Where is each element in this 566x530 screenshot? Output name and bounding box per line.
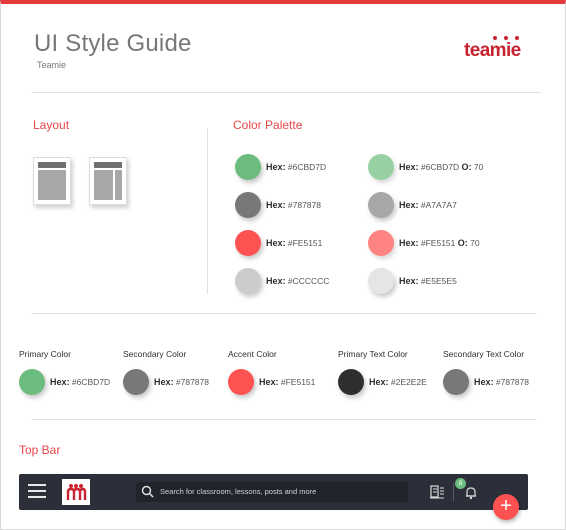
section-vertical-divider (207, 128, 208, 294)
role-label: Accent Color (228, 349, 277, 359)
hex-label: Hex: #6CBD7D (266, 162, 327, 172)
page-subtitle: Teamie (37, 60, 67, 70)
hex-label: Hex: #6CBD7D (50, 377, 111, 387)
hex-label: Hex: #FE5151 O: 70 (399, 238, 480, 248)
hex-label: Hex: #2E2E2E (369, 377, 427, 387)
palette-swatch-row: Hex: #787878 (235, 192, 321, 218)
notification-badge: 8 (455, 478, 466, 489)
color-swatch (235, 268, 261, 294)
layout-header-block (38, 162, 66, 168)
hex-label: Hex: #CCCCCC (266, 276, 330, 286)
role-label: Secondary Color (123, 349, 187, 359)
hex-label: Hex: #787878 (154, 377, 209, 387)
hex-label: Hex: #E5E5E5 (399, 276, 457, 286)
hex-label: Hex: #FE5151 (259, 377, 316, 387)
hex-label: Hex: #FE5151 (266, 238, 323, 248)
palette-swatch-row: Hex: #FE5151 (235, 230, 322, 256)
hex-label: Hex: #A7A7A7 (399, 200, 457, 210)
palette-divider (31, 313, 537, 314)
page-title: UI Style Guide (34, 30, 192, 57)
color-swatch (368, 268, 394, 294)
role-label: Primary Color (19, 349, 71, 359)
role-swatch-row: Hex: #FE5151 (228, 369, 315, 395)
color-swatch (123, 369, 149, 395)
layout-main-block (94, 170, 113, 200)
color-swatch (228, 369, 254, 395)
hex-label: Hex: #787878 (474, 377, 529, 387)
palette-swatch-row: Hex: #FE5151 O: 70 (368, 230, 480, 256)
role-label: Secondary Text Color (443, 349, 525, 359)
palette-swatch-row: Hex: #6CBD7D (235, 154, 326, 180)
color-swatch (443, 369, 469, 395)
layout-two-column-thumbnail[interactable] (89, 157, 127, 205)
color-swatch (368, 230, 394, 256)
color-swatch (19, 369, 45, 395)
header-divider (31, 92, 541, 93)
color-swatch (235, 154, 261, 180)
teamie-logo: teamie (464, 36, 540, 62)
bell-icon[interactable] (464, 485, 478, 500)
search-placeholder: Search for classroom, lessons, posts and… (160, 487, 317, 496)
hex-label: Hex: #6CBD7D O: 70 (399, 162, 484, 172)
palette-swatch-row: Hex: #6CBD7D O: 70 (368, 154, 483, 180)
palette-section-title: Color Palette (233, 118, 303, 132)
palette-swatch-row: Hex: #A7A7A7 (368, 192, 457, 218)
color-swatch (338, 369, 364, 395)
color-swatch (235, 192, 261, 218)
top-bar: Search for classroom, lessons, posts and… (19, 474, 528, 510)
search-input[interactable]: Search for classroom, lessons, posts and… (136, 482, 408, 502)
teamie-brand-glyph (66, 484, 87, 500)
role-swatch-row: Hex: #6CBD7D (19, 369, 110, 395)
plus-icon: + (500, 495, 512, 517)
topbar-divider (453, 483, 454, 501)
hamburger-menu-icon[interactable] (28, 484, 46, 498)
palette-swatch-row: Hex: #E5E5E5 (368, 268, 457, 294)
style-guide-page: UI Style Guide Teamie teamie Layout Colo… (0, 0, 566, 530)
layout-sidebar-block (115, 170, 122, 200)
color-swatch (368, 154, 394, 180)
color-swatch (235, 230, 261, 256)
role-label: Primary Text Color (338, 349, 408, 359)
role-swatch-row: Hex: #2E2E2E (338, 369, 427, 395)
palette-swatch-row: Hex: #CCCCCC (235, 268, 329, 294)
teamie-brand-icon[interactable] (62, 479, 90, 505)
color-swatch (368, 192, 394, 218)
role-swatch-row: Hex: #787878 (443, 369, 529, 395)
topbar-section-title: Top Bar (19, 443, 61, 457)
layout-header-block (94, 162, 122, 168)
book-list-icon[interactable] (429, 484, 445, 500)
layout-single-column-thumbnail[interactable] (33, 157, 71, 205)
hex-label: Hex: #787878 (266, 200, 321, 210)
roles-divider (31, 419, 537, 420)
search-icon (141, 485, 154, 498)
layout-section-title: Layout (33, 118, 70, 132)
role-swatch-row: Hex: #787878 (123, 369, 209, 395)
add-fab-button[interactable]: + (493, 494, 519, 520)
layout-body-block (38, 170, 66, 200)
logo-text: teamie (464, 40, 521, 61)
